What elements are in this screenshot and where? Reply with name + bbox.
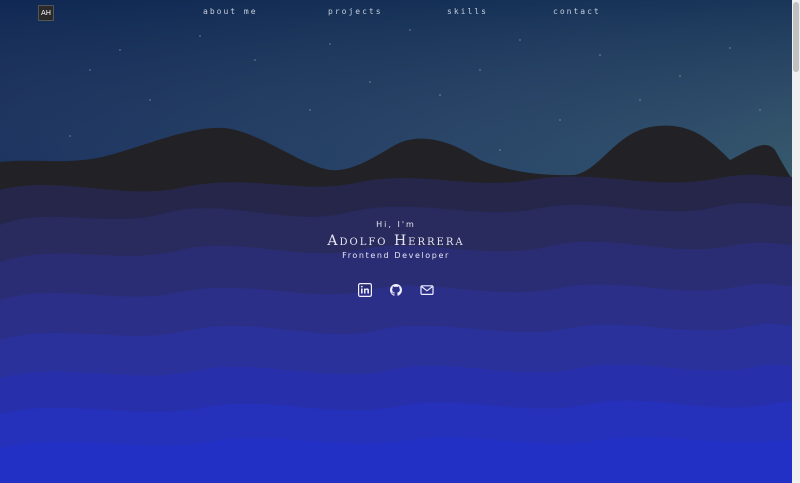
nav-about-me[interactable]: about me: [203, 7, 258, 16]
nav-projects[interactable]: projects: [328, 7, 383, 16]
greeting-text: Hi, I'm: [376, 220, 416, 229]
hero-intro: Hi, I'm Adolfo Herrera Frontend Develope…: [0, 220, 792, 260]
nav-skills[interactable]: skills: [447, 7, 488, 16]
page-scrollbar[interactable]: [792, 0, 800, 483]
github-icon[interactable]: [389, 282, 403, 296]
scrollbar-thumb[interactable]: [793, 2, 799, 72]
hero-name: Adolfo Herrera: [327, 233, 465, 249]
social-links: [0, 278, 792, 297]
logo-badge[interactable]: AH: [38, 5, 54, 21]
top-nav: AH about me projects skills contact: [0, 0, 792, 26]
nav-contact[interactable]: contact: [553, 7, 601, 16]
hero-role: Frontend Developer: [342, 251, 450, 260]
mail-icon[interactable]: [420, 282, 434, 296]
linkedin-icon[interactable]: [357, 282, 372, 297]
